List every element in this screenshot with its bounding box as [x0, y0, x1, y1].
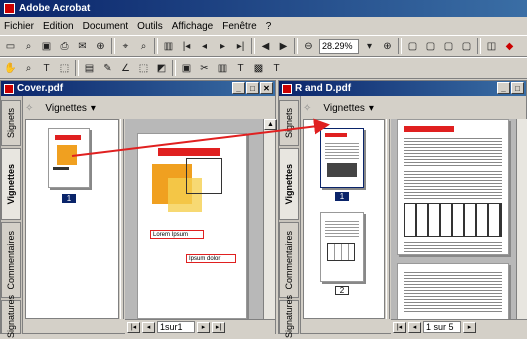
- drag-arrow-overlay: [71, 118, 330, 157]
- drag-arrow: [71, 118, 330, 157]
